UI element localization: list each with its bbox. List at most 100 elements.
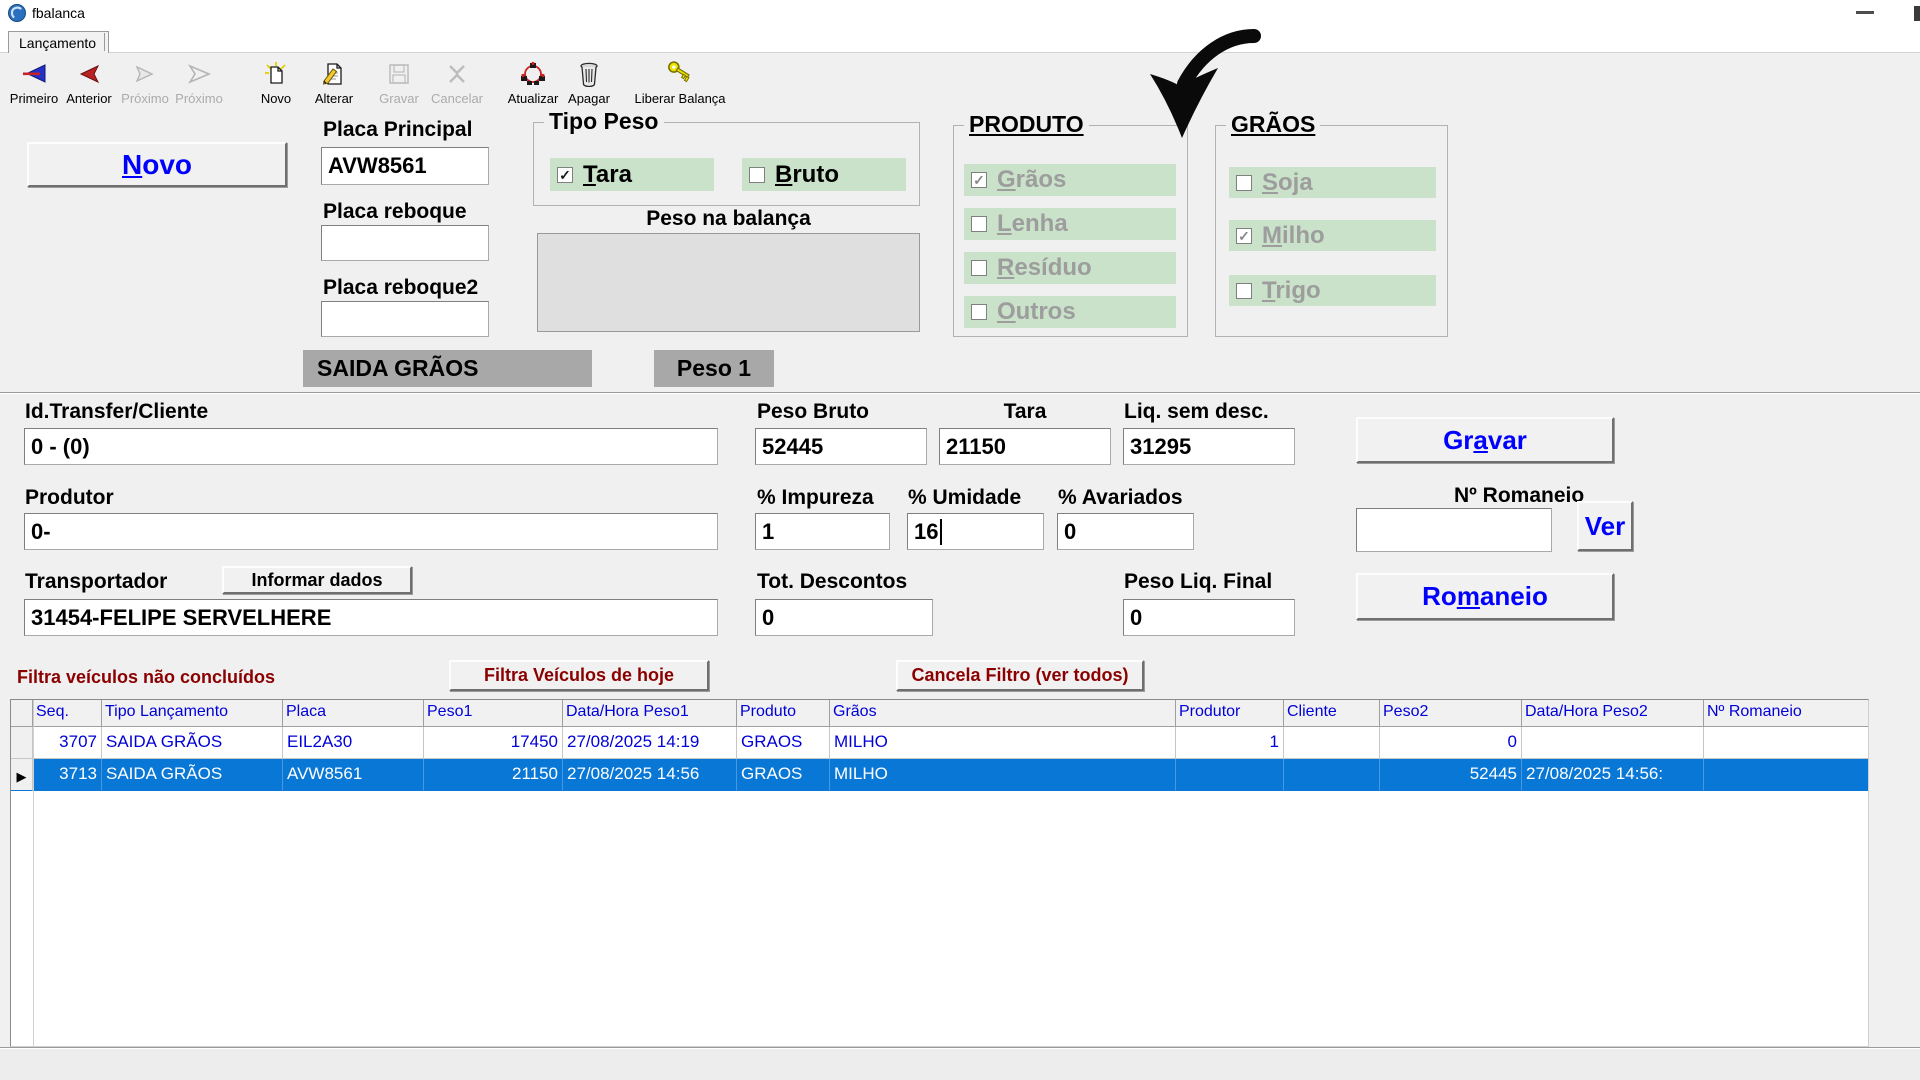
row-indicator (11, 727, 33, 759)
graos-trigo-checkbox[interactable] (1236, 283, 1252, 299)
romaneio-button[interactable]: Romaneio (1356, 573, 1614, 620)
toolbar-novo-button[interactable]: Novo (243, 59, 309, 106)
col-datahora-peso2[interactable]: Data/Hora Peso2 (1522, 700, 1704, 727)
gutter-divider (33, 700, 34, 1046)
filtra-nao-concluidos-label: Filtra veículos não concluídos (17, 667, 275, 688)
toolbar: Primeiro Anterior Próximo Próximo Novo (0, 53, 1920, 117)
col-datahora-peso1[interactable]: Data/Hora Peso1 (563, 700, 737, 727)
umidade-field[interactable]: 16 (907, 513, 1044, 550)
tara-checkbox[interactable]: ✓ (557, 167, 573, 183)
col-cliente[interactable]: Cliente (1284, 700, 1380, 727)
window-title: fbalanca (32, 5, 85, 21)
maximize-button[interactable] (1914, 6, 1920, 21)
app-icon (8, 4, 26, 22)
avariados-field[interactable]: 0 (1057, 513, 1194, 550)
edit-document-icon (301, 59, 367, 89)
grid-row-3713-selected[interactable]: ▶ 3713 SAIDA GRÃOS AVW8561 21150 27/08/2… (11, 759, 1868, 791)
produto-residuo-checkbox[interactable] (971, 260, 987, 276)
last-arrow-icon (166, 59, 232, 89)
toolbar-alterar-button[interactable]: Alterar (301, 59, 367, 106)
produtor-label: Produtor (25, 486, 114, 510)
id-transfer-label: Id.Transfer/Cliente (25, 400, 208, 424)
peso-na-balanca-display (537, 233, 920, 332)
filtra-hoje-button[interactable]: Filtra Veículos de hoje (449, 660, 709, 691)
toolbar-apagar-button[interactable]: Apagar (556, 59, 622, 106)
peso-na-balanca-label: Peso na balança (537, 207, 920, 231)
save-floppy-icon (366, 59, 432, 89)
produto-outros-option[interactable]: Outros (964, 296, 1176, 328)
tot-descontos-label: Tot. Descontos (757, 570, 907, 594)
records-grid[interactable]: Seq. Tipo Lançamento Placa Peso1 Data/Ho… (10, 699, 1869, 1047)
gravar-button[interactable]: Gravar (1356, 417, 1614, 463)
col-placa[interactable]: Placa (283, 700, 424, 727)
produto-group: PRODUTO ✓ Grãos Lenha Resíduo Outros (953, 125, 1188, 337)
informar-dados-button[interactable]: Informar dados (222, 566, 412, 594)
liq-sem-desc-field[interactable]: 31295 (1123, 428, 1295, 465)
col-peso2[interactable]: Peso2 (1380, 700, 1522, 727)
grid-row-3707[interactable]: 3707 SAIDA GRÃOS EIL2A30 17450 27/08/202… (11, 727, 1868, 759)
n-romaneio-label: Nº Romaneio (1454, 484, 1584, 508)
placa-reboque-field[interactable] (321, 225, 489, 261)
tara-label: Tara (939, 400, 1111, 424)
graos-soja-option[interactable]: Soja (1229, 167, 1436, 198)
col-graos[interactable]: Grãos (830, 700, 1176, 727)
toolbar-liberar-balanca-button[interactable]: Liberar Balança (625, 59, 735, 106)
produto-outros-checkbox[interactable] (971, 304, 987, 320)
produto-graos-checkbox[interactable]: ✓ (971, 172, 987, 188)
col-n-romaneio[interactable]: Nº Romaneio (1704, 700, 1868, 727)
cancel-x-icon (424, 59, 490, 89)
graos-trigo-option[interactable]: Trigo (1229, 275, 1436, 306)
grid-gutter-header (11, 700, 33, 727)
peso-bruto-field[interactable]: 52445 (755, 428, 927, 465)
umidade-label: % Umidade (908, 486, 1021, 510)
id-transfer-field[interactable]: 0 - (0) (24, 428, 718, 465)
col-produtor[interactable]: Produtor (1176, 700, 1284, 727)
impureza-field[interactable]: 1 (755, 513, 890, 550)
col-produto[interactable]: Produto (737, 700, 830, 727)
toolbar-gravar-button[interactable]: Gravar (366, 59, 432, 106)
graos-milho-checkbox[interactable]: ✓ (1236, 228, 1252, 244)
minimize-button[interactable] (1856, 11, 1874, 14)
novo-button-label: Novo (122, 149, 192, 181)
placa-reboque2-label: Placa reboque2 (323, 276, 478, 300)
tipo-peso-group: Tipo Peso ✓ Tara Bruto (533, 122, 920, 206)
produto-lenha-checkbox[interactable] (971, 216, 987, 232)
peso-liq-final-field[interactable]: 0 (1123, 599, 1295, 636)
status-strip (0, 1047, 1920, 1080)
text-caret (940, 519, 942, 545)
ver-button[interactable]: Ver (1577, 501, 1633, 551)
tara-option[interactable]: ✓ Tara (550, 158, 714, 191)
grid-header-row: Seq. Tipo Lançamento Placa Peso1 Data/Ho… (11, 700, 1868, 727)
placa-reboque2-field[interactable] (321, 301, 489, 337)
tot-descontos-field[interactable]: 0 (755, 599, 933, 636)
produto-graos-option[interactable]: ✓ Grãos (964, 164, 1176, 196)
trash-icon (556, 59, 622, 89)
cancela-filtro-button[interactable]: Cancela Filtro (ver todos) (896, 660, 1144, 691)
produto-lenha-option[interactable]: Lenha (964, 208, 1176, 240)
avariados-label: % Avariados (1058, 486, 1183, 510)
transportador-field[interactable]: 31454-FELIPE SERVELHERE (24, 599, 718, 636)
placa-principal-field[interactable]: AVW8561 (321, 147, 489, 185)
bruto-option[interactable]: Bruto (742, 158, 906, 191)
col-seq[interactable]: Seq. (33, 700, 102, 727)
section-divider (0, 392, 1920, 394)
toolbar-cancelar-button[interactable]: Cancelar (424, 59, 490, 106)
produtor-field[interactable]: 0- (24, 513, 718, 550)
current-row-marker: ▶ (11, 759, 33, 791)
n-romaneio-field[interactable] (1356, 508, 1552, 552)
produto-title: PRODUTO (964, 111, 1089, 138)
col-tipo-lancamento[interactable]: Tipo Lançamento (102, 700, 283, 727)
graos-milho-option[interactable]: ✓ Milho (1229, 220, 1436, 251)
placa-reboque-label: Placa reboque (323, 200, 467, 224)
col-peso1[interactable]: Peso1 (424, 700, 563, 727)
liq-sem-desc-label: Liq. sem desc. (1124, 400, 1269, 424)
peso-bruto-label: Peso Bruto (757, 400, 869, 424)
toolbar-ultimo-button[interactable]: Próximo (166, 59, 232, 106)
tara-field[interactable]: 21150 (939, 428, 1111, 465)
graos-soja-checkbox[interactable] (1236, 175, 1252, 191)
key-icon (625, 59, 735, 89)
novo-button[interactable]: Novo (27, 142, 287, 187)
bruto-checkbox[interactable] (749, 167, 765, 183)
tab-lancamento[interactable]: Lançamento (8, 31, 109, 54)
produto-residuo-option[interactable]: Resíduo (964, 252, 1176, 284)
